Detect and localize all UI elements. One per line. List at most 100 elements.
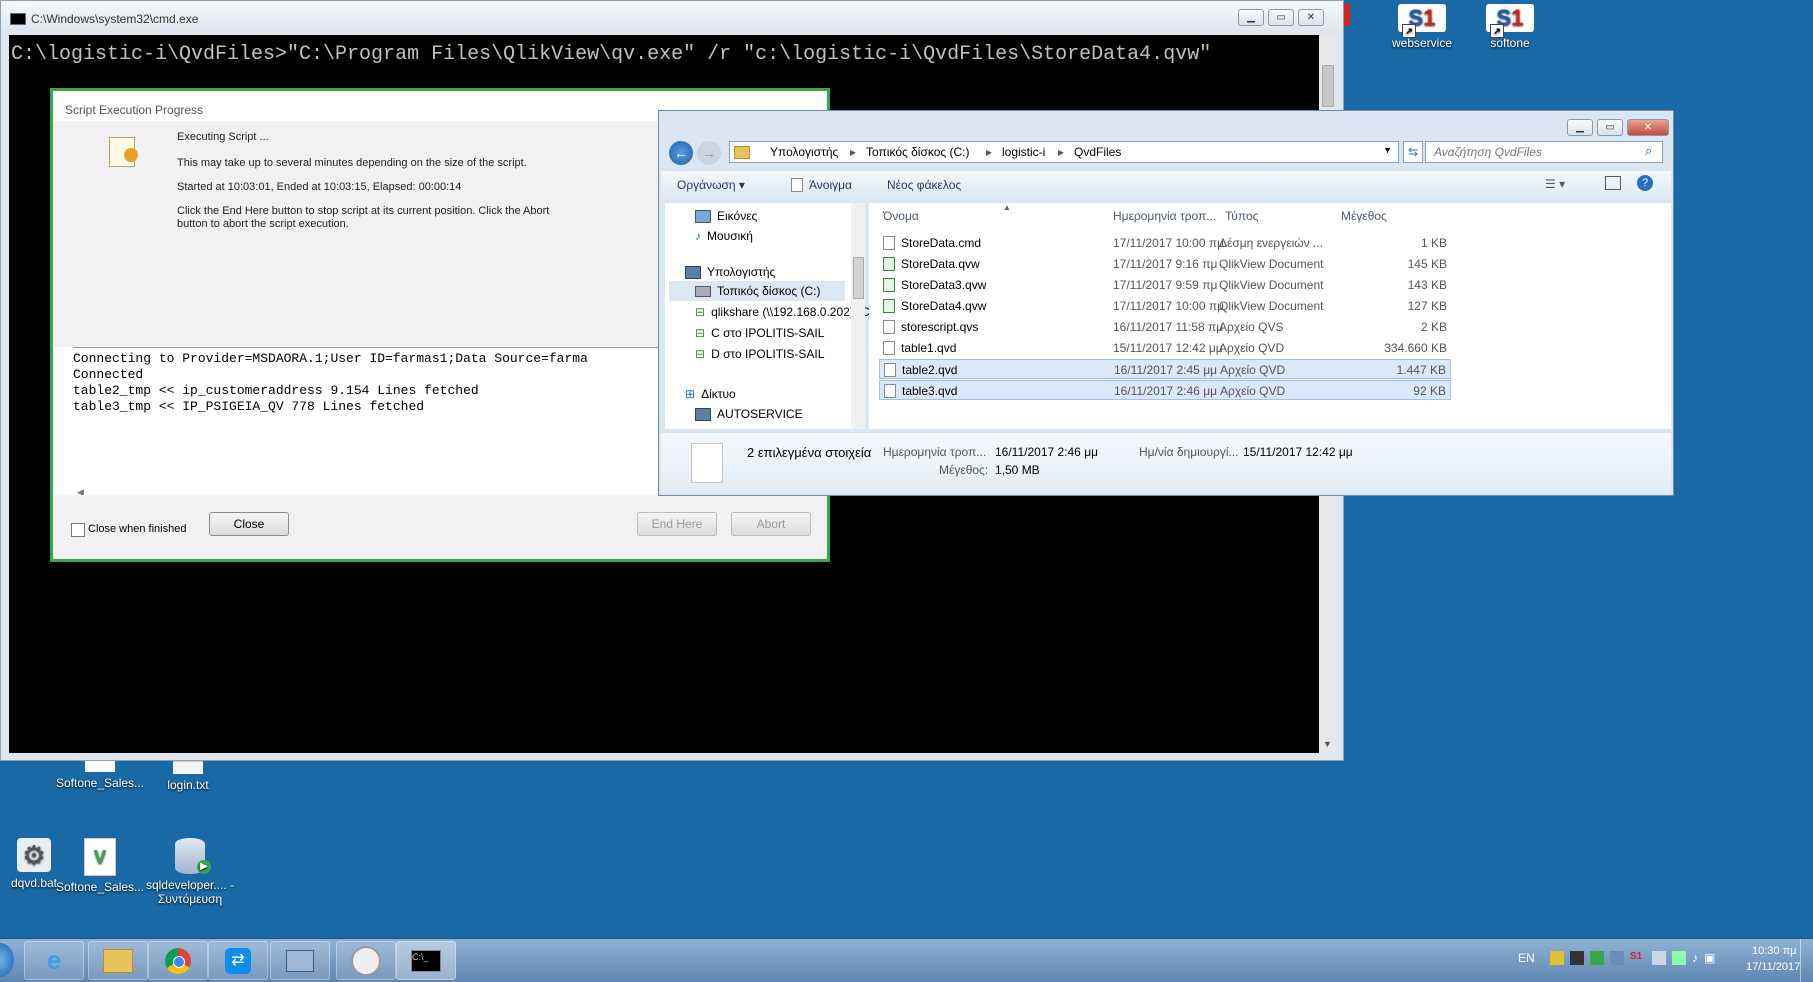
close-button[interactable]: Close (209, 512, 289, 536)
volume-icon[interactable]: ♪ (1692, 951, 1698, 965)
nav-item-music[interactable]: ♪ Μουσική (695, 229, 753, 243)
folder-icon (734, 146, 750, 159)
file-type: Αρχείο QVD (1219, 341, 1285, 355)
column-size[interactable]: Μέγεθος (1341, 209, 1387, 223)
nav-item-qlikshare[interactable]: ⊟ qlikshare (\\192.168.0.202) (C (695, 305, 870, 319)
nav-item-d-ipolitis[interactable]: ⊟ D στο IPOLITIS-SAIL (695, 347, 824, 361)
maximize-button[interactable]: ▭ (1268, 9, 1294, 26)
close-button[interactable]: ✕ (1627, 119, 1669, 136)
desktop-icon-softone-sales-2[interactable]: V Softone_Sales... (52, 838, 148, 894)
help-text-line2: button to abort the script execution. (177, 218, 349, 230)
tray-icon[interactable] (1652, 951, 1666, 965)
file-row-storedata-qvw[interactable]: StoreData.qvw 17/11/2017 9:16 πμ QlikView … (879, 254, 1451, 274)
nav-item-autoservice[interactable]: AUTOSERVICE (695, 407, 803, 421)
desktop-icon-login-txt[interactable]: login.txt (140, 760, 236, 792)
s1-tray-icon[interactable]: S1 (1630, 951, 1646, 965)
file-size: 92 KB (1413, 384, 1446, 398)
nav-item-pictures[interactable]: Εικόνες (695, 209, 757, 223)
taskbar-explorer-button[interactable] (88, 941, 148, 980)
file-row-storedata3-qvw[interactable]: StoreData3.qvw 17/11/2017 9:59 πμ QlikView… (879, 275, 1451, 295)
desktop-icon-dqvd-bat[interactable]: ⚙ dqvd.bat (0, 838, 58, 890)
modified-value: 16/11/2017 2:46 μμ (995, 445, 1099, 459)
taskbar-chrome-button[interactable] (148, 941, 208, 980)
size-label: Μέγεθος: (939, 463, 989, 477)
organize-menu[interactable]: Οργάνωση ▾ (677, 178, 745, 192)
breadcrumb-local-disk[interactable]: Τοπικός δίσκος (C:) (866, 145, 970, 159)
desktop-icon-label: Softone_Sales... (55, 776, 145, 790)
desktop-icon-sqldeveloper[interactable]: ▶ sqldeveloper.... - Συντόμευση (140, 838, 240, 906)
cmd-title-bar[interactable]: C:\Windows\system32\cmd.exe ▁ ▭ ✕ (1, 1, 1343, 33)
file-size: 145 KB (1407, 257, 1447, 271)
breadcrumb-logistic-i[interactable]: logistic-i (1002, 145, 1045, 159)
search-icon: ⌕ (1645, 143, 1653, 158)
breadcrumb-qvdfiles[interactable]: QvdFiles (1074, 145, 1121, 159)
language-indicator[interactable]: EN (1518, 951, 1535, 965)
folder-icon (103, 948, 133, 973)
abort-button[interactable]: Abort (731, 512, 811, 536)
close-button[interactable]: ✕ (1298, 9, 1324, 26)
remote-desktop-icon (286, 949, 314, 972)
chevron-down-icon[interactable]: ▼ (1383, 145, 1392, 155)
desktop-icon-softone[interactable]: S1 ↗ softone (1462, 4, 1558, 50)
minimize-button[interactable]: ▁ (1238, 9, 1264, 26)
taskbar-ie-button[interactable]: e (24, 941, 84, 980)
network-icon[interactable]: ▣ (1704, 951, 1715, 965)
nav-item-network[interactable]: ⊞ Δίκτυο (685, 387, 736, 401)
back-button[interactable]: ← (669, 141, 693, 165)
end-here-button[interactable]: End Here (637, 512, 717, 536)
nav-item-c-ipolitis[interactable]: ⊟ C στο IPOLITIS-SAIL (695, 326, 824, 340)
breadcrumb-separator: ▸ (850, 145, 857, 159)
new-folder-button[interactable]: Νέος φάκελος (887, 178, 961, 192)
tray-icon[interactable] (1610, 951, 1624, 965)
nav-scrollbar[interactable] (851, 203, 865, 429)
start-button[interactable] (0, 943, 14, 977)
nav-item-local-disk[interactable]: Τοπικός δίσκος (C:) (695, 284, 821, 298)
tray-icon[interactable] (1590, 951, 1604, 965)
taskbar-rdp-button[interactable] (270, 941, 330, 980)
file-row-table3-qvd[interactable]: table3.qvd 16/11/2017 2:46 μμ Αρχείο QVD 92… (879, 380, 1451, 400)
cmd-icon: C:\_ (411, 949, 441, 972)
file-list[interactable]: Όνομα ▲ Ημερομηνία τροπ... Τύπος Μέγεθος… (869, 203, 1671, 429)
preview-pane-icon[interactable] (1605, 176, 1621, 190)
file-row-storedata-cmd[interactable]: StoreData.cmd 17/11/2017 10:00 πμ Δέσμη εν… (879, 233, 1451, 253)
maximize-button[interactable]: ▭ (1597, 119, 1623, 136)
breadcrumb-computer[interactable]: Υπολογιστής (770, 145, 838, 159)
help-icon[interactable]: ? (1637, 175, 1653, 191)
open-button[interactable]: Άνοιγμα (791, 177, 852, 193)
taskbar-teamviewer-button[interactable]: ⇄ (208, 941, 268, 980)
desktop-icon-softone-sales-1[interactable]: Softone_Sales... (52, 760, 148, 790)
explorer-window[interactable]: ▁ ▭ ✕ ← → Υπολογιστής ▸ Τοπικός δίσκος (… (658, 110, 1674, 496)
column-type[interactable]: Τύπος (1225, 209, 1258, 223)
nav-item-computer[interactable]: Υπολογιστής (685, 265, 775, 279)
clock-date[interactable]: 17/11/2017 (1746, 961, 1800, 973)
file-row-table2-qvd[interactable]: table2.qvd 16/11/2017 2:45 μμ Αρχείο QVD 1.… (879, 359, 1451, 379)
taskbar-cmd-button[interactable]: C:\_ (396, 941, 456, 980)
dialog-title: Script Execution Progress (65, 103, 204, 117)
refresh-button[interactable]: ⇆ (1403, 141, 1423, 163)
taskbar-clock-app-button[interactable] (336, 941, 396, 980)
file-row-storedata4-qvw[interactable]: StoreData4.qvw 17/11/2017 10:00 πμ QlikVie… (879, 296, 1451, 316)
file-date: 16/11/2017 2:45 μμ (1114, 363, 1218, 377)
created-value: 15/11/2017 12:42 μμ (1243, 445, 1353, 459)
tray-icon[interactable] (1570, 951, 1584, 965)
view-options-icon[interactable]: ☰ ▾ (1545, 177, 1565, 191)
tray-icon[interactable] (1672, 951, 1686, 965)
file-type: QlikView Document (1219, 257, 1324, 271)
minimize-button[interactable]: ▁ (1567, 119, 1593, 136)
clock-time[interactable]: 10:30 πμ (1752, 945, 1797, 957)
file-row-storescript-qvs[interactable]: storescript.qvs 16/11/2017 11:58 πμ Αρχείο… (879, 317, 1451, 337)
forward-button[interactable]: → (697, 141, 721, 165)
column-date[interactable]: Ημερομηνία τροπ... (1113, 209, 1216, 223)
gear-icon: ⚙ (17, 838, 51, 872)
show-desktop-button[interactable] (1800, 939, 1813, 982)
address-bar[interactable]: Υπολογιστής ▸ Τοπικός δίσκος (C:) ▸ logi… (729, 141, 1399, 163)
tray-icon[interactable] (1550, 951, 1564, 965)
column-name[interactable]: Όνομα (883, 209, 919, 223)
navigation-pane[interactable]: Εικόνες ♪ Μουσική Υπολογιστής Τοπικός δίσ… (665, 203, 870, 429)
search-input[interactable]: Αναζήτηση QvdFiles (1425, 141, 1663, 163)
file-row-table1-qvd[interactable]: table1.qvd 15/11/2017 12:42 μμ Αρχείο QVD 3… (879, 338, 1451, 358)
file-size: 1.447 KB (1396, 363, 1446, 377)
close-when-finished-checkbox[interactable] (71, 523, 85, 537)
database-shortcut-icon: ▶ (175, 838, 211, 874)
desktop-icon-webservice[interactable]: S1 ↗ webservice (1374, 4, 1470, 50)
